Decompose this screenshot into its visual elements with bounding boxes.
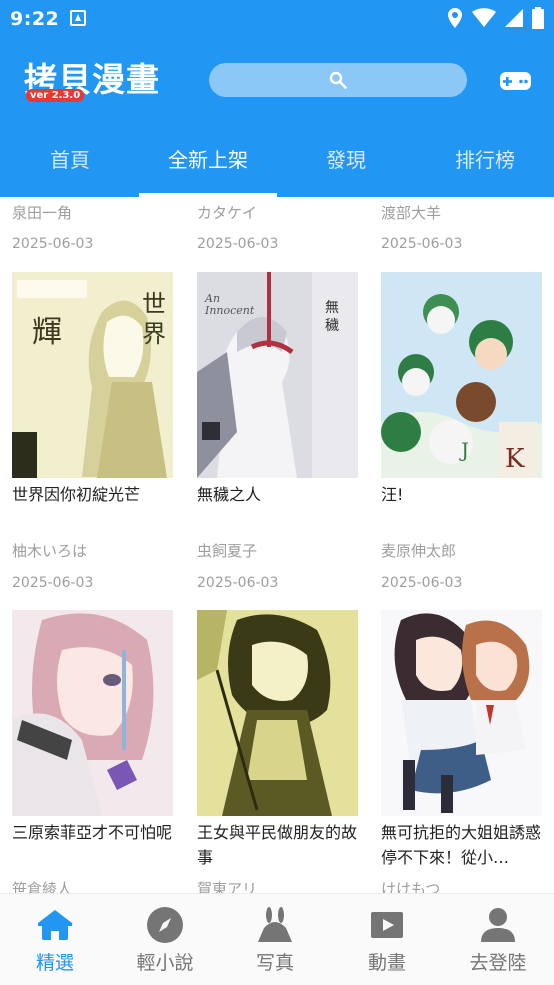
comic-author: 笹倉綾人 [12, 880, 73, 893]
comic-date: 2025-06-03 [197, 575, 279, 591]
comic-cover[interactable]: An Innocent 無 穢 [197, 272, 358, 478]
svg-text:Innocent: Innocent [204, 304, 255, 317]
comic-date: 2025-06-03 [12, 575, 94, 591]
search-input[interactable] [209, 63, 467, 97]
comic-author: 賀東アリ [197, 880, 258, 893]
cover-image: 輝 世 界 [12, 272, 173, 478]
comic-title[interactable]: 世界因你初綻光芒 [12, 482, 177, 507]
battery-icon [532, 7, 544, 29]
svg-text:世: 世 [142, 290, 166, 318]
search-icon [329, 71, 347, 89]
comic-title[interactable]: 三原索菲亞才不可怕呢 [12, 820, 177, 845]
svg-text:界: 界 [142, 320, 166, 348]
comic-cover[interactable] [381, 610, 542, 816]
comic-date: 2025-06-03 [381, 575, 463, 591]
comic-author: 虫飼夏子 [197, 542, 258, 560]
nav-label: 動畫 [367, 952, 406, 974]
comic-author: カタケイ [197, 204, 257, 222]
comic-cover[interactable] [197, 610, 358, 816]
tab-home[interactable]: 首頁 [20, 140, 120, 197]
comic-grid[interactable]: 泉田一角 2025-06-03 カタケイ 2025-06-03 渡部大羊 202… [0, 197, 554, 893]
comic-date: 2025-06-03 [381, 236, 463, 252]
status-icons [446, 7, 544, 29]
svg-text:輝: 輝 [32, 315, 62, 350]
tab-ranking[interactable]: 排行榜 [430, 140, 540, 197]
comic-title[interactable]: 無可抗拒的大姐姐誘惑停不下來！從小… [381, 820, 541, 870]
comic-title[interactable]: 王女與平民做朋友的故事 [197, 820, 362, 870]
svg-text:K: K [505, 444, 525, 474]
nav-animation[interactable]: 動畫 [332, 894, 442, 985]
app-header: 9:22 拷貝漫畫 ver 2.3.0 首頁 全新上架 發現 排行榜 [0, 0, 554, 197]
comic-cover[interactable]: K J [381, 272, 542, 478]
compass-icon [147, 907, 183, 943]
notification-icon [70, 10, 86, 26]
tab-discover[interactable]: 發現 [298, 140, 394, 197]
comic-date: 2025-06-03 [197, 236, 279, 252]
tab-new-releases[interactable]: 全新上架 [139, 140, 277, 197]
cover-image [197, 610, 358, 816]
status-bar: 9:22 [0, 0, 554, 38]
gamepad-icon[interactable] [499, 70, 532, 92]
status-time: 9:22 [10, 8, 60, 30]
rabbit-icon [258, 907, 292, 942]
tab-bar: 首頁 全新上架 發現 排行榜 [0, 140, 554, 197]
version-badge: ver 2.3.0 [26, 89, 85, 102]
svg-text:J: J [459, 438, 469, 462]
nav-login[interactable]: 去登陸 [443, 894, 553, 985]
comic-cover[interactable]: 輝 世 界 [12, 272, 173, 478]
nav-light-novel[interactable]: 輕小說 [110, 894, 220, 985]
nav-label: 輕小說 [136, 952, 194, 974]
wifi-icon [472, 8, 496, 27]
app-logo[interactable]: 拷貝漫畫 ver 2.3.0 [24, 58, 174, 106]
play-icon [371, 912, 403, 938]
comic-cover[interactable] [12, 610, 173, 816]
cover-image [381, 610, 542, 816]
nav-featured[interactable]: 精選 [0, 894, 110, 985]
bottom-navigation: 精選 輕小說 写真 動畫 去登陸 [0, 893, 554, 985]
comic-title[interactable]: 無穢之人 [197, 482, 362, 507]
svg-text:穢: 穢 [325, 318, 339, 334]
location-icon [448, 8, 462, 28]
comic-title[interactable]: 汪! [381, 482, 546, 507]
cover-image: An Innocent 無 穢 [197, 272, 358, 478]
signal-icon [505, 9, 523, 27]
comic-author: 麦原伸太郎 [381, 542, 457, 560]
comic-author: 柚木いろは [12, 542, 88, 560]
nav-photos[interactable]: 写真 [220, 894, 330, 985]
home-icon [38, 910, 72, 940]
nav-label: 去登陸 [469, 952, 527, 974]
comic-author: けけもつ [381, 880, 441, 893]
comic-author: 渡部大羊 [381, 204, 442, 222]
comic-author: 泉田一角 [12, 204, 73, 222]
nav-label: 写真 [255, 952, 294, 974]
person-icon [481, 908, 515, 942]
cover-image: K J [381, 272, 542, 478]
comic-date: 2025-06-03 [12, 236, 94, 252]
svg-text:無: 無 [325, 300, 339, 316]
nav-label: 精選 [35, 952, 74, 974]
cover-image [12, 610, 173, 816]
